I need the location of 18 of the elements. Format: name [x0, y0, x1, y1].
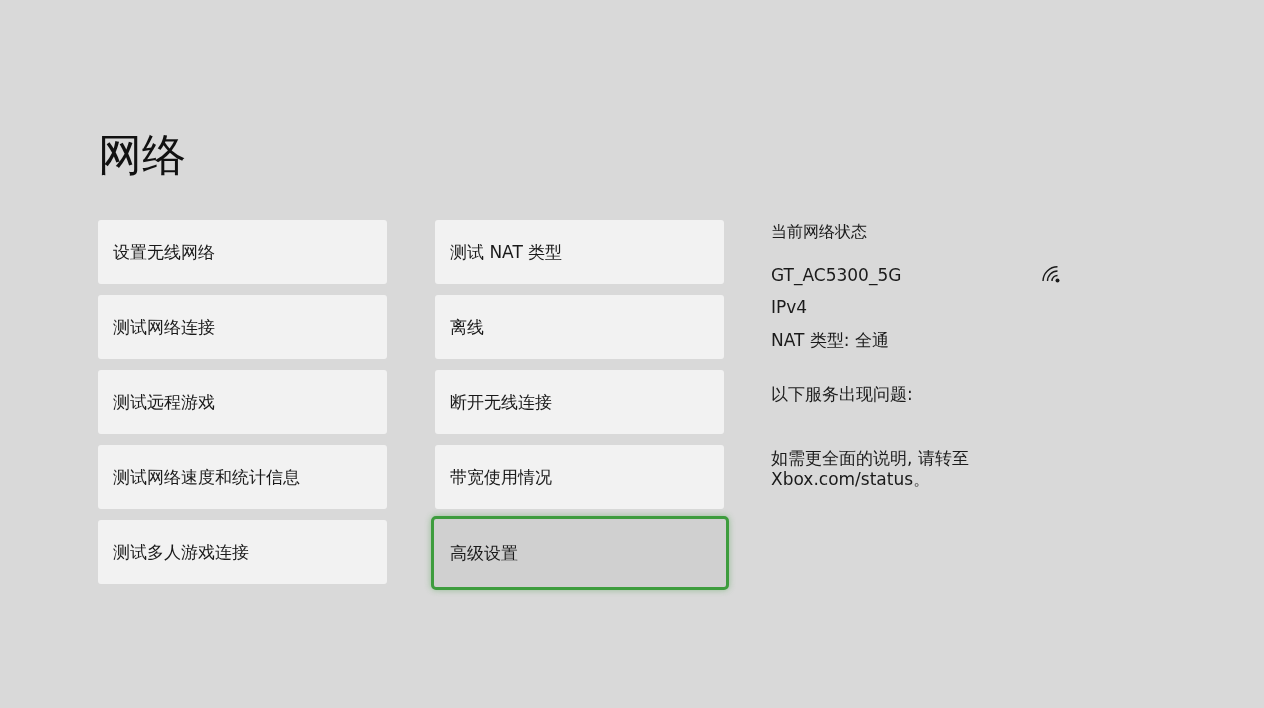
menu-item[interactable]: 测试网络速度和统计信息 [98, 445, 387, 509]
menu-item[interactable]: 带宽使用情况 [435, 445, 724, 509]
menu-item[interactable]: 测试网络连接 [98, 295, 387, 359]
status-heading: 当前网络状态 [771, 222, 868, 242]
status-info-text: 如需更全面的说明, 请转至 Xbox.com/status。 [771, 448, 970, 490]
page-title: 网络 [98, 128, 186, 182]
network-name: GT_AC5300_5G [771, 264, 902, 286]
menu-item[interactable]: 测试多人游戏连接 [98, 520, 387, 584]
menu-item[interactable]: 设置无线网络 [98, 220, 387, 284]
nat-type-text: NAT 类型: 全通 [771, 329, 890, 351]
protocol-text: IPv4 [771, 296, 809, 318]
menu-item[interactable]: 测试 NAT 类型 [435, 220, 724, 284]
menu-item[interactable]: 测试远程游戏 [98, 370, 387, 434]
menu-item[interactable]: 高级设置 [431, 516, 729, 590]
menu-item[interactable]: 离线 [435, 295, 724, 359]
services-heading: 以下服务出现问题: [771, 383, 914, 405]
menu-item[interactable]: 断开无线连接 [435, 370, 724, 434]
wifi-signal-icon [1041, 266, 1061, 284]
